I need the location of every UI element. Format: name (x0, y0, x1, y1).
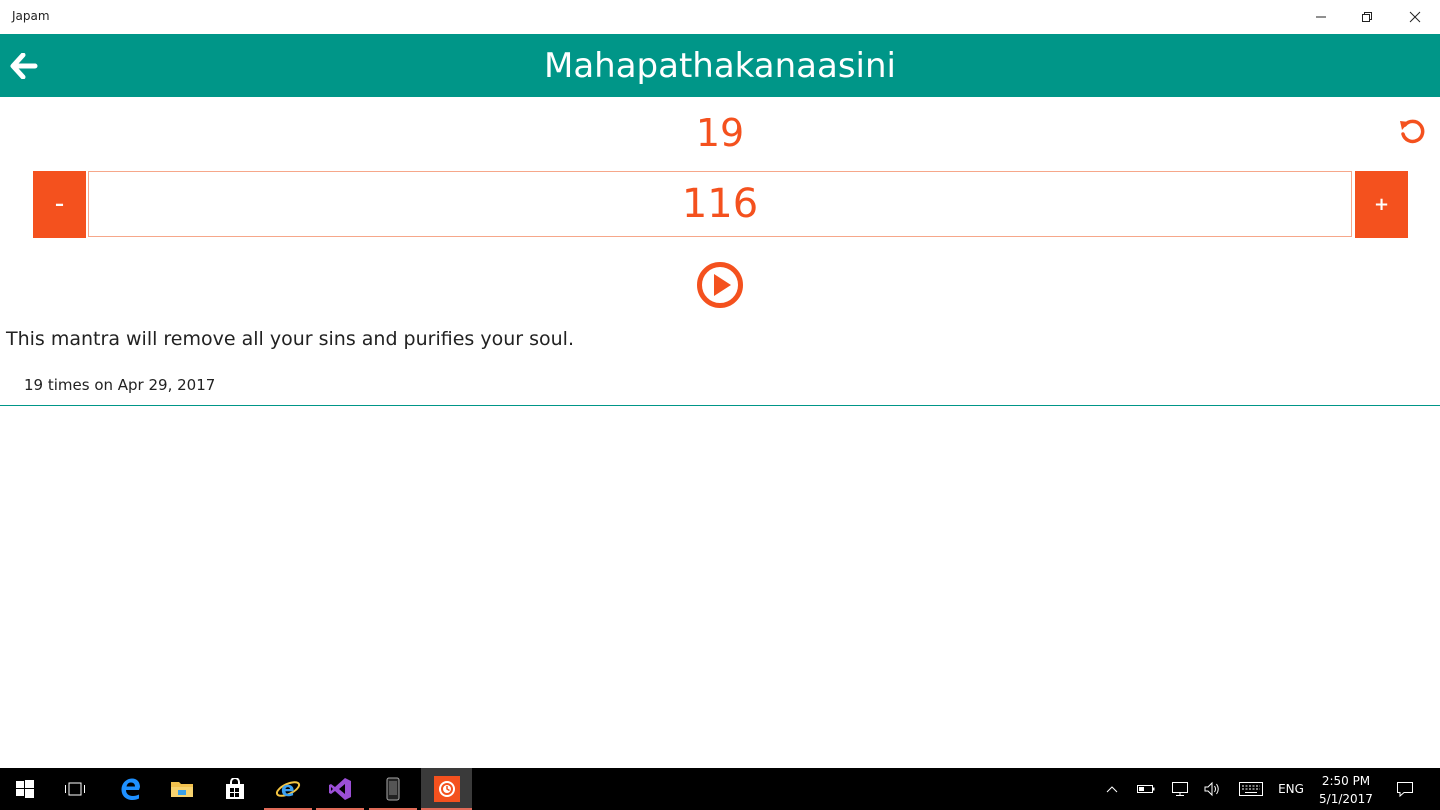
japam-app-icon (433, 776, 460, 802)
close-button[interactable] (1392, 0, 1438, 34)
keyboard-icon (1239, 782, 1263, 796)
increment-button[interactable]: + (1355, 171, 1408, 238)
file-explorer-icon (171, 782, 193, 797)
action-center-button[interactable] (1390, 768, 1420, 810)
restore-icon (1362, 12, 1372, 22)
app-header: Mahapathakanaasini (0, 34, 1440, 97)
touch-keyboard-button[interactable] (1236, 768, 1266, 810)
visual-studio-icon (329, 778, 351, 800)
task-view-button[interactable] (51, 768, 99, 810)
mantra-description: This mantra will remove all your sins an… (6, 328, 574, 350)
current-count: 19 (695, 111, 745, 155)
minimize-button[interactable] (1298, 0, 1344, 34)
divider (0, 405, 1440, 406)
restore-button[interactable] (1344, 0, 1390, 34)
history-item: 19 times on Apr 29, 2017 (24, 376, 216, 394)
show-hidden-icons-button[interactable] (1100, 768, 1124, 810)
close-icon (1409, 11, 1421, 23)
page-title: Mahapathakanaasini (544, 46, 896, 86)
visual-studio-button[interactable] (316, 768, 364, 810)
window-titlebar: Japam (0, 0, 1440, 34)
phone-emulator-icon (386, 777, 400, 801)
play-button[interactable] (696, 261, 744, 309)
network-icon (1172, 782, 1188, 796)
store-button[interactable] (211, 768, 259, 810)
window-title: Japam (12, 9, 50, 23)
taskbar: e ENG 2:50 PM 5/1/2017 (0, 768, 1440, 810)
target-count-field[interactable] (88, 171, 1352, 237)
start-icon (16, 780, 34, 798)
edge-icon (121, 778, 140, 800)
decrement-button[interactable]: – (33, 171, 86, 238)
japam-app-button[interactable] (421, 768, 472, 810)
reset-icon (1400, 119, 1425, 144)
internet-explorer-icon: e (275, 777, 301, 801)
battery-icon (1137, 785, 1155, 793)
battery-button[interactable] (1134, 768, 1158, 810)
volume-icon (1204, 781, 1219, 797)
task-view-icon (65, 782, 85, 796)
play-icon (697, 262, 743, 308)
network-button[interactable] (1168, 768, 1192, 810)
reset-button[interactable] (1394, 114, 1430, 150)
notification-icon (1397, 782, 1413, 797)
minimize-icon (1316, 16, 1326, 18)
clock-time: 2:50 PM (1321, 774, 1371, 788)
volume-button[interactable] (1200, 768, 1224, 810)
language-indicator[interactable]: ENG (1274, 768, 1308, 810)
taskbar-clock[interactable]: 2:50 PM 5/1/2017 (1316, 772, 1376, 808)
phone-emulator-button[interactable] (369, 768, 417, 810)
edge-button[interactable] (106, 768, 154, 810)
start-button[interactable] (1, 768, 49, 810)
store-icon (226, 778, 244, 799)
chevron-up-icon (1106, 786, 1118, 793)
file-explorer-button[interactable] (158, 768, 206, 810)
clock-date: 5/1/2017 (1319, 792, 1373, 806)
internet-explorer-button[interactable]: e (264, 768, 312, 810)
svg-text:e: e (281, 777, 295, 801)
